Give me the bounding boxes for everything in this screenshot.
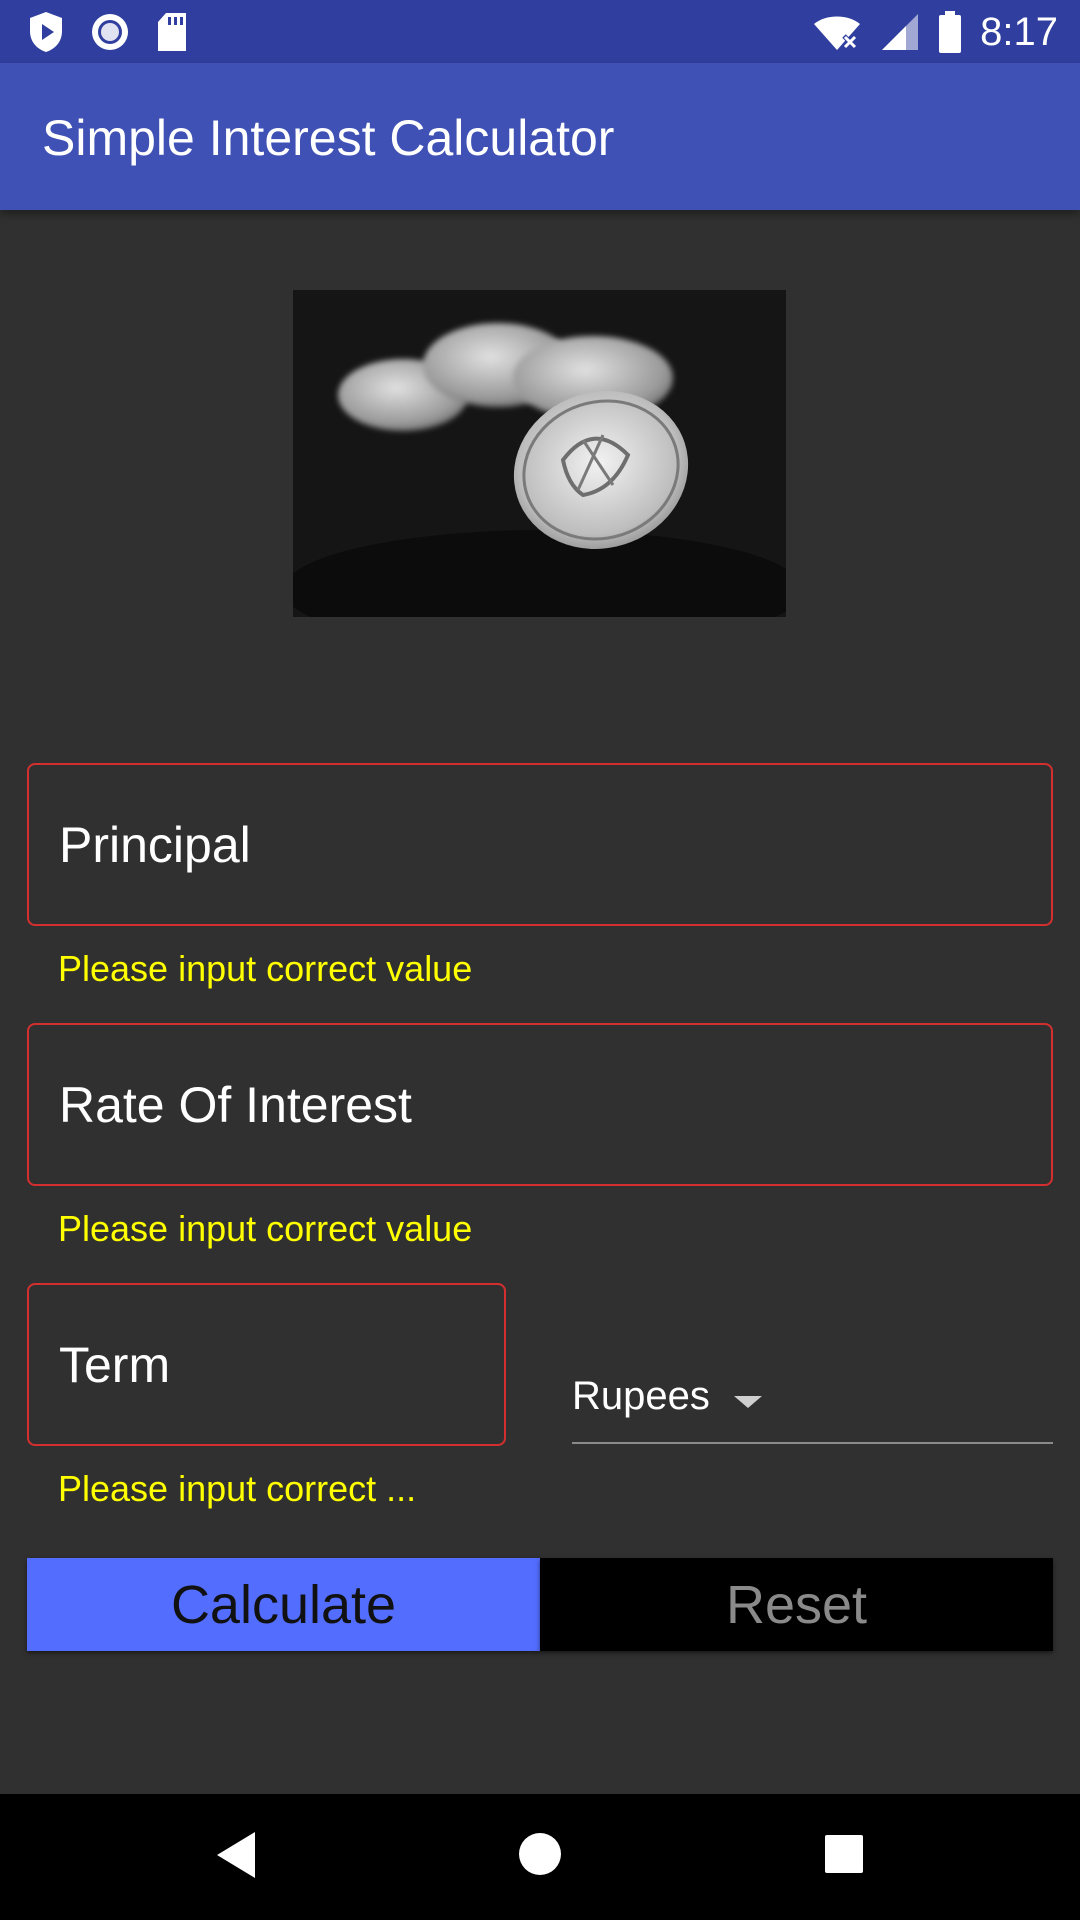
term-placeholder: Term [59, 1336, 171, 1393]
recents-icon[interactable] [824, 1834, 864, 1874]
rate-of-interest-placeholder: Rate Of Interest [59, 1076, 412, 1133]
principal-error: Please input correct value [58, 948, 473, 989]
back-icon[interactable] [215, 1830, 257, 1880]
home-icon[interactable] [518, 1832, 562, 1876]
sd-card-icon [158, 13, 186, 51]
navigation-bar [0, 1794, 1080, 1920]
radio-circle-icon [92, 14, 128, 50]
rate-of-interest-field[interactable]: Rate Of Interest [27, 1023, 1053, 1186]
calculate-button[interactable]: Calculate [27, 1558, 540, 1651]
dropdown-arrow-icon [734, 1396, 762, 1408]
coins-image [293, 290, 786, 617]
coins-illustration [293, 290, 786, 617]
status-bar: 8:17 [0, 0, 1080, 63]
currency-spinner[interactable]: Rupees [572, 1360, 1053, 1444]
battery-icon [939, 11, 962, 53]
wifi-off-icon [814, 16, 861, 50]
app-bar: Simple Interest Calculator [0, 63, 1080, 210]
term-error: Please input correct ... [58, 1468, 417, 1509]
status-icons-right: 8:17 [812, 8, 1058, 56]
signal-icon [882, 14, 919, 50]
term-field[interactable]: Term [27, 1283, 506, 1446]
principal-field[interactable]: Principal [27, 763, 1053, 926]
principal-placeholder: Principal [59, 816, 251, 873]
status-icons-left [28, 10, 188, 54]
app-title: Simple Interest Calculator [42, 110, 615, 166]
rate-of-interest-error: Please input correct value [58, 1208, 473, 1249]
status-time: 8:17 [980, 9, 1058, 54]
currency-selected: Rupees [572, 1374, 710, 1418]
shield-play-icon [30, 12, 62, 52]
reset-button[interactable]: Reset [540, 1558, 1053, 1651]
